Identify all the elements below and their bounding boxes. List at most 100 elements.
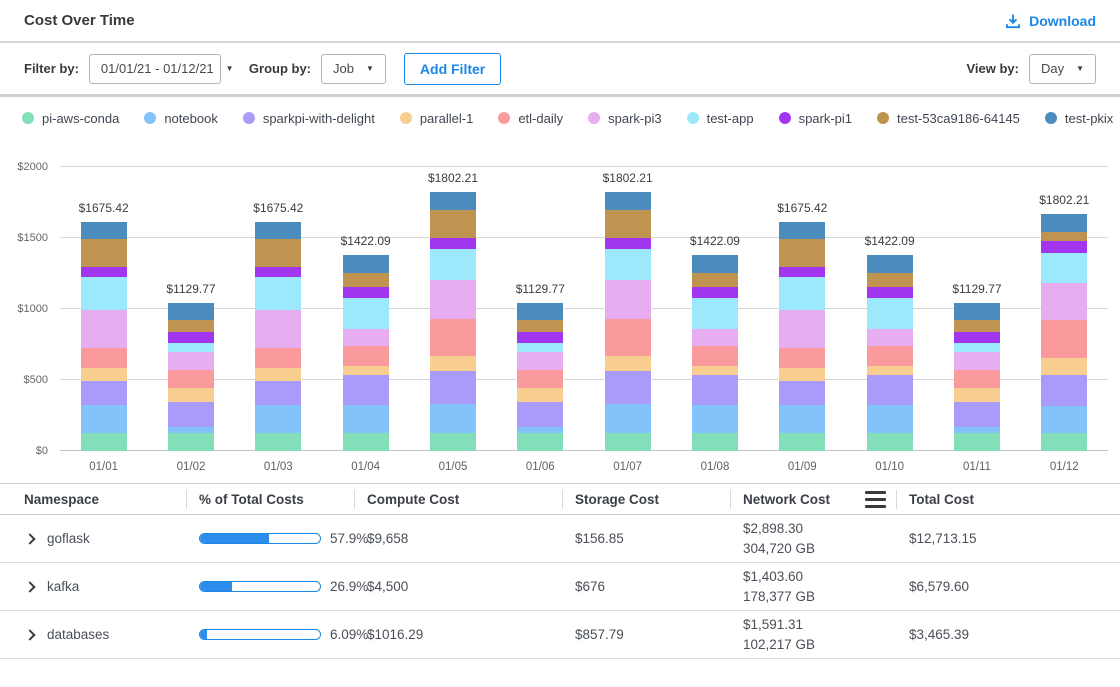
bar-segment-sparkpi-with-delight[interactable] <box>954 402 1000 427</box>
stacked-bar-01/02[interactable] <box>168 303 214 451</box>
bar-segment-parallel-1[interactable] <box>81 368 127 381</box>
bar-segment-notebook[interactable] <box>1041 406 1087 433</box>
bar-segment-pi-aws-conda[interactable] <box>81 433 127 451</box>
bar-segment-sparkpi-with-delight[interactable] <box>605 371 651 404</box>
bar-segment-test-app[interactable] <box>605 249 651 280</box>
bar-segment-spark-pi3[interactable] <box>81 310 127 348</box>
bar-segment-pi-aws-conda[interactable] <box>954 433 1000 451</box>
bar-segment-parallel-1[interactable] <box>954 388 1000 402</box>
bar-segment-notebook[interactable] <box>255 405 301 433</box>
bar-segment-test-app[interactable] <box>954 343 1000 352</box>
bar-segment-test-app[interactable] <box>81 277 127 310</box>
expand-namespace-databases[interactable]: databases <box>0 627 186 642</box>
bar-segment-test-pkix[interactable] <box>430 192 476 210</box>
expand-namespace-kafka[interactable]: kafka <box>0 579 186 594</box>
bar-segment-sparkpi-with-delight[interactable] <box>343 375 389 405</box>
bar-segment-spark-pi1[interactable] <box>255 267 301 277</box>
bar-segment-test-pkix[interactable] <box>81 222 127 239</box>
stacked-bar-01/08[interactable] <box>692 255 738 451</box>
legend-item-etl-daily[interactable]: etl-daily <box>498 111 563 126</box>
column-header-network-cost[interactable]: Network Cost <box>730 484 896 514</box>
bar-segment-pi-aws-conda[interactable] <box>430 433 476 451</box>
bar-segment-notebook[interactable] <box>343 405 389 433</box>
stacked-bar-01/06[interactable] <box>517 303 563 451</box>
bar-segment-parallel-1[interactable] <box>867 366 913 375</box>
bar-segment-sparkpi-with-delight[interactable] <box>81 381 127 405</box>
bar-segment-parallel-1[interactable] <box>517 388 563 402</box>
bar-segment-spark-pi1[interactable] <box>168 332 214 343</box>
legend-item-spark-pi3[interactable]: spark-pi3 <box>588 111 661 126</box>
bar-segment-test-app[interactable] <box>168 343 214 352</box>
group-by-select[interactable]: Job ▼ <box>321 54 386 84</box>
bar-segment-parallel-1[interactable] <box>605 356 651 371</box>
bar-segment-test-pkix[interactable] <box>168 303 214 320</box>
bar-segment-etl-daily[interactable] <box>255 348 301 368</box>
bar-segment-sparkpi-with-delight[interactable] <box>168 402 214 427</box>
bar-segment-spark-pi3[interactable] <box>1041 283 1087 320</box>
bar-segment-spark-pi3[interactable] <box>517 352 563 370</box>
legend-item-test-app[interactable]: test-app <box>687 111 754 126</box>
bar-segment-test-53ca9186-64145[interactable] <box>517 320 563 332</box>
bar-segment-etl-daily[interactable] <box>343 346 389 366</box>
bar-segment-pi-aws-conda[interactable] <box>255 433 301 451</box>
bar-segment-sparkpi-with-delight[interactable] <box>779 381 825 405</box>
bar-segment-pi-aws-conda[interactable] <box>779 433 825 451</box>
bar-segment-spark-pi3[interactable] <box>954 352 1000 370</box>
legend-item-test-53ca9186-64145[interactable]: test-53ca9186-64145 <box>877 111 1020 126</box>
bar-segment-notebook[interactable] <box>605 404 651 433</box>
bar-segment-etl-daily[interactable] <box>954 370 1000 388</box>
bar-segment-notebook[interactable] <box>81 405 127 433</box>
bar-segment-sparkpi-with-delight[interactable] <box>430 371 476 404</box>
bar-segment-parallel-1[interactable] <box>255 368 301 381</box>
stacked-bar-01/07[interactable] <box>605 192 651 451</box>
bar-segment-spark-pi3[interactable] <box>430 280 476 319</box>
bar-segment-parallel-1[interactable] <box>779 368 825 381</box>
bar-segment-spark-pi3[interactable] <box>692 329 738 346</box>
bar-segment-pi-aws-conda[interactable] <box>168 433 214 451</box>
bar-segment-test-53ca9186-64145[interactable] <box>343 273 389 287</box>
bar-segment-spark-pi3[interactable] <box>168 352 214 370</box>
bar-segment-spark-pi3[interactable] <box>343 329 389 346</box>
bar-segment-etl-daily[interactable] <box>430 319 476 356</box>
stacked-bar-01/09[interactable] <box>779 222 825 451</box>
bar-segment-test-app[interactable] <box>867 298 913 329</box>
bar-segment-spark-pi1[interactable] <box>954 332 1000 343</box>
stacked-bar-01/12[interactable] <box>1041 214 1087 451</box>
column-header--of-total-costs[interactable]: % of Total Costs <box>186 484 354 514</box>
bar-segment-test-pkix[interactable] <box>779 222 825 239</box>
bar-segment-sparkpi-with-delight[interactable] <box>692 375 738 405</box>
bar-segment-etl-daily[interactable] <box>517 370 563 388</box>
bar-segment-sparkpi-with-delight[interactable] <box>867 375 913 405</box>
bar-segment-notebook[interactable] <box>430 404 476 433</box>
download-button[interactable]: Download <box>1005 13 1096 29</box>
bar-segment-test-53ca9186-64145[interactable] <box>779 239 825 267</box>
date-range-select[interactable]: 01/01/21 - 01/12/21 ▼ <box>89 54 221 84</box>
bar-segment-parallel-1[interactable] <box>343 366 389 375</box>
legend-item-parallel-1[interactable]: parallel-1 <box>400 111 473 126</box>
bar-segment-spark-pi1[interactable] <box>692 287 738 298</box>
bar-segment-test-app[interactable] <box>255 277 301 310</box>
bar-segment-spark-pi3[interactable] <box>605 280 651 319</box>
add-filter-button[interactable]: Add Filter <box>404 53 501 85</box>
bar-segment-test-app[interactable] <box>1041 253 1087 283</box>
column-header-compute-cost[interactable]: Compute Cost <box>354 484 562 514</box>
stacked-bar-01/11[interactable] <box>954 303 1000 451</box>
bar-segment-etl-daily[interactable] <box>168 370 214 388</box>
bar-segment-test-pkix[interactable] <box>954 303 1000 320</box>
bar-segment-spark-pi1[interactable] <box>430 238 476 249</box>
bar-segment-spark-pi1[interactable] <box>779 267 825 277</box>
stacked-bar-01/10[interactable] <box>867 255 913 451</box>
bar-segment-parallel-1[interactable] <box>1041 358 1087 375</box>
bar-segment-spark-pi1[interactable] <box>343 287 389 298</box>
column-header-namespace[interactable]: Namespace <box>0 484 186 514</box>
bar-segment-test-app[interactable] <box>779 277 825 310</box>
legend-item-sparkpi-with-delight[interactable]: sparkpi-with-delight <box>243 111 375 126</box>
bar-segment-etl-daily[interactable] <box>1041 320 1087 358</box>
view-by-select[interactable]: Day ▼ <box>1029 54 1096 84</box>
bar-segment-pi-aws-conda[interactable] <box>605 433 651 451</box>
legend-item-pi-aws-conda[interactable]: pi-aws-conda <box>22 111 119 126</box>
bar-segment-test-53ca9186-64145[interactable] <box>692 273 738 287</box>
bar-segment-test-pkix[interactable] <box>1041 214 1087 232</box>
bar-segment-test-53ca9186-64145[interactable] <box>867 273 913 287</box>
bar-segment-test-pkix[interactable] <box>867 255 913 273</box>
